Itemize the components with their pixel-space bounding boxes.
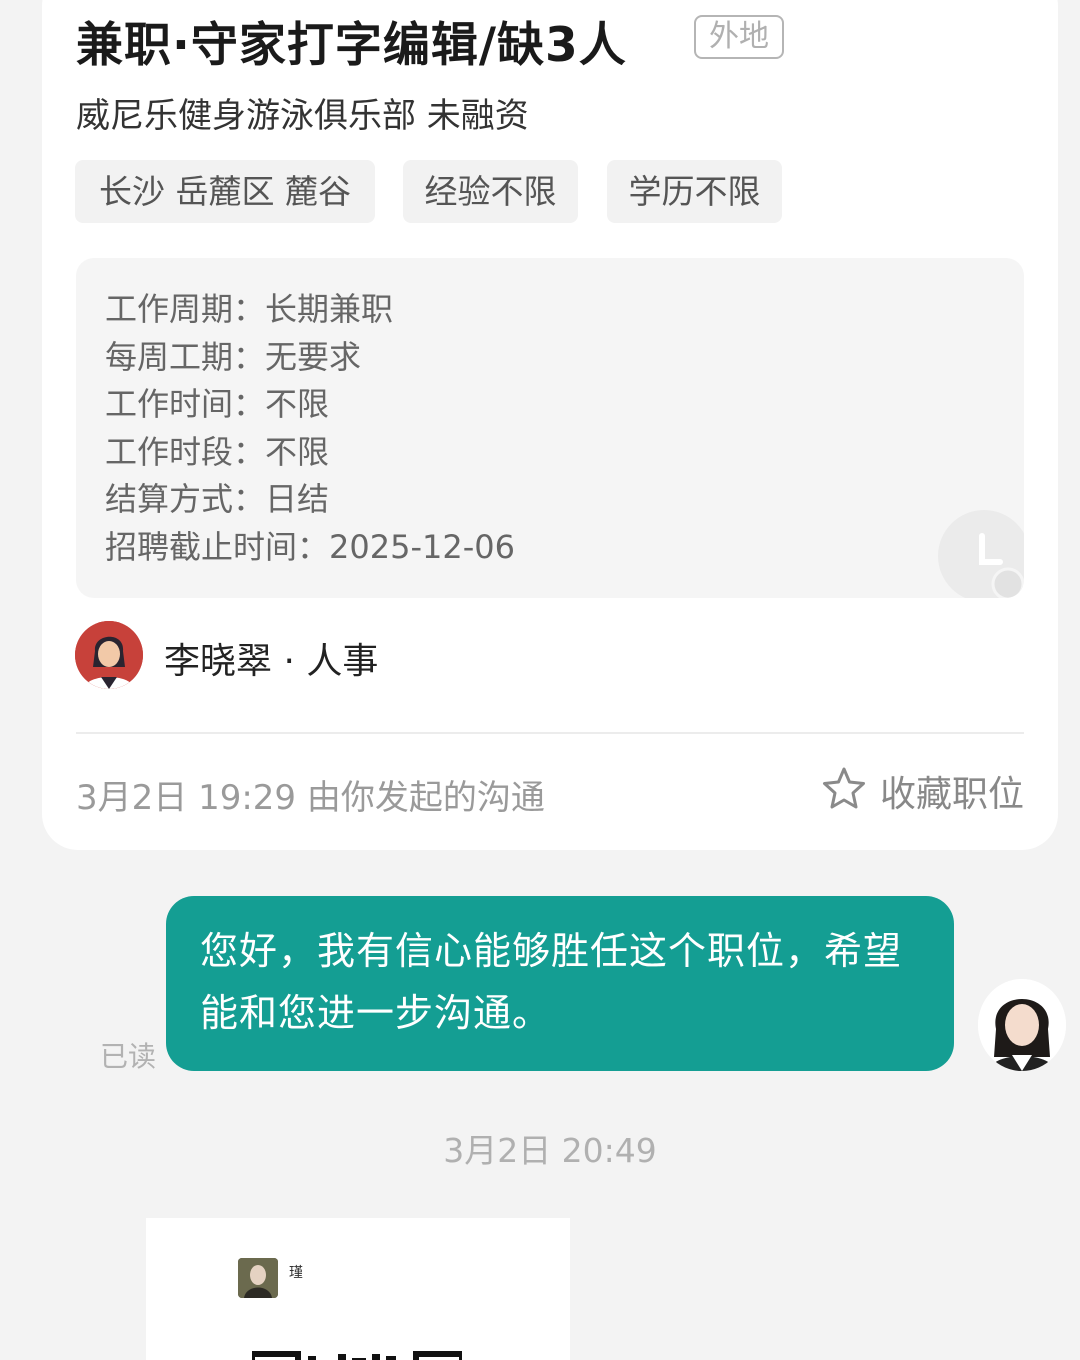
- favorite-job-button[interactable]: 收藏职位: [820, 766, 1024, 816]
- image-card-avatar: [238, 1258, 278, 1298]
- recruiter-name[interactable]: 李晓翠 · 人事: [164, 632, 378, 684]
- detail-work-period: 工作周期：长期兼职: [105, 290, 394, 328]
- star-outline-icon: [820, 765, 868, 817]
- sent-message-text: 您好，我有信心能够胜任这个职位，希望能和您进一步沟通。: [200, 929, 903, 1035]
- recruiter-avatar[interactable]: [75, 621, 143, 689]
- read-status: 已读: [100, 1040, 157, 1073]
- education-tag: 学历不限: [607, 160, 782, 223]
- detail-weekly-schedule: 每周工期：无要求: [105, 338, 362, 376]
- location-tag: 长沙 岳麓区 麓谷: [75, 160, 375, 223]
- divider: [76, 732, 1024, 734]
- chat-timestamp: 3月2日 20:49: [443, 1131, 657, 1170]
- job-title: 兼职·守家打字编辑/缺3人: [76, 18, 627, 73]
- detail-work-slot: 工作时段：不限: [105, 433, 330, 471]
- detail-settlement: 结算方式：日结: [105, 480, 330, 518]
- remote-badge: 外地: [694, 15, 784, 59]
- company-name[interactable]: 威尼乐健身游泳俱乐部 未融资: [76, 88, 529, 137]
- image-card-name: 瑾: [289, 1265, 303, 1281]
- experience-tag: 经验不限: [403, 160, 578, 223]
- clock-icon: [938, 510, 1024, 598]
- conversation-start-info: 3月2日 19:29 由你发起的沟通: [76, 778, 545, 818]
- image-message[interactable]: 瑾: [146, 1218, 570, 1360]
- qr-code: [252, 1340, 462, 1360]
- favorite-job-label: 收藏职位: [880, 774, 1025, 815]
- detail-work-hours: 工作时间：不限: [105, 385, 330, 423]
- user-avatar[interactable]: [978, 979, 1066, 1071]
- detail-deadline: 招聘截止时间：2025-12-06: [105, 528, 515, 566]
- sent-message-bubble[interactable]: 您好，我有信心能够胜任这个职位，希望能和您进一步沟通。: [166, 896, 954, 1071]
- job-details-panel: 工作周期：长期兼职 每周工期：无要求 工作时间：不限 工作时段：不限 结算方式：…: [76, 258, 1024, 598]
